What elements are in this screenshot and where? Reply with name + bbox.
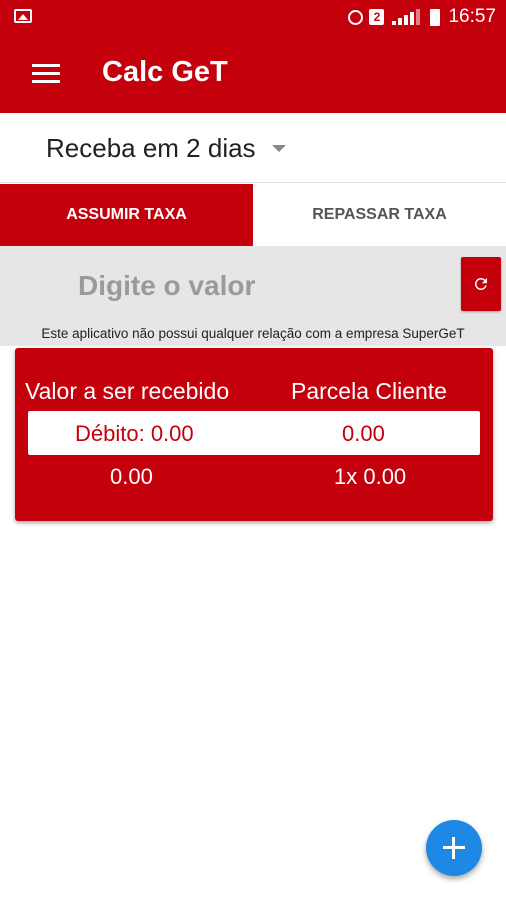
refresh-button[interactable] — [461, 257, 501, 311]
hamburger-menu-icon[interactable] — [32, 64, 60, 84]
dropdown-arrow-icon — [272, 145, 286, 152]
header-valor-recebido: Valor a ser recebido — [25, 378, 230, 404]
result-card: Valor a ser recebido Parcela Cliente Déb… — [15, 348, 493, 521]
debit-row: Débito: 0.00 0.00 — [28, 411, 480, 455]
alarm-icon — [348, 9, 364, 25]
status-bar: 2 16:57 — [0, 0, 506, 34]
sim-badge-icon: 2 — [369, 9, 385, 25]
disclaimer-text: Este aplicativo não possui qualquer rela… — [41, 326, 465, 341]
debit-installment: 0.00 — [342, 421, 385, 446]
signal-icon — [390, 9, 424, 25]
dropdown-selected-value: Receba em 2 dias — [46, 133, 256, 163]
app-bar: Calc GeT — [0, 34, 506, 113]
add-fab-button[interactable] — [426, 820, 482, 876]
installment-value: 1x 0.00 — [334, 464, 407, 489]
battery-icon — [430, 8, 441, 26]
payout-period-dropdown[interactable]: Receba em 2 dias — [0, 113, 506, 183]
fee-tabs: ASSUMIR TAXA REPASSAR TAXA — [0, 184, 506, 246]
tab-repassar-taxa[interactable]: REPASSAR TAXA — [253, 184, 506, 246]
received-value: 0.00 — [110, 464, 153, 489]
tab-assumir-taxa[interactable]: ASSUMIR TAXA — [0, 184, 253, 246]
debit-value: Débito: 0.00 — [75, 421, 194, 446]
app-title: Calc GeT — [102, 56, 228, 88]
status-icons: 2 16:57 — [348, 6, 496, 28]
refresh-icon — [474, 278, 487, 290]
header-parcela-cliente: Parcela Cliente — [291, 378, 447, 404]
status-time: 16:57 — [448, 6, 496, 27]
value-input[interactable] — [78, 266, 438, 306]
image-notification-icon — [14, 9, 32, 23]
value-input-area: Este aplicativo não possui qualquer rela… — [0, 246, 506, 346]
